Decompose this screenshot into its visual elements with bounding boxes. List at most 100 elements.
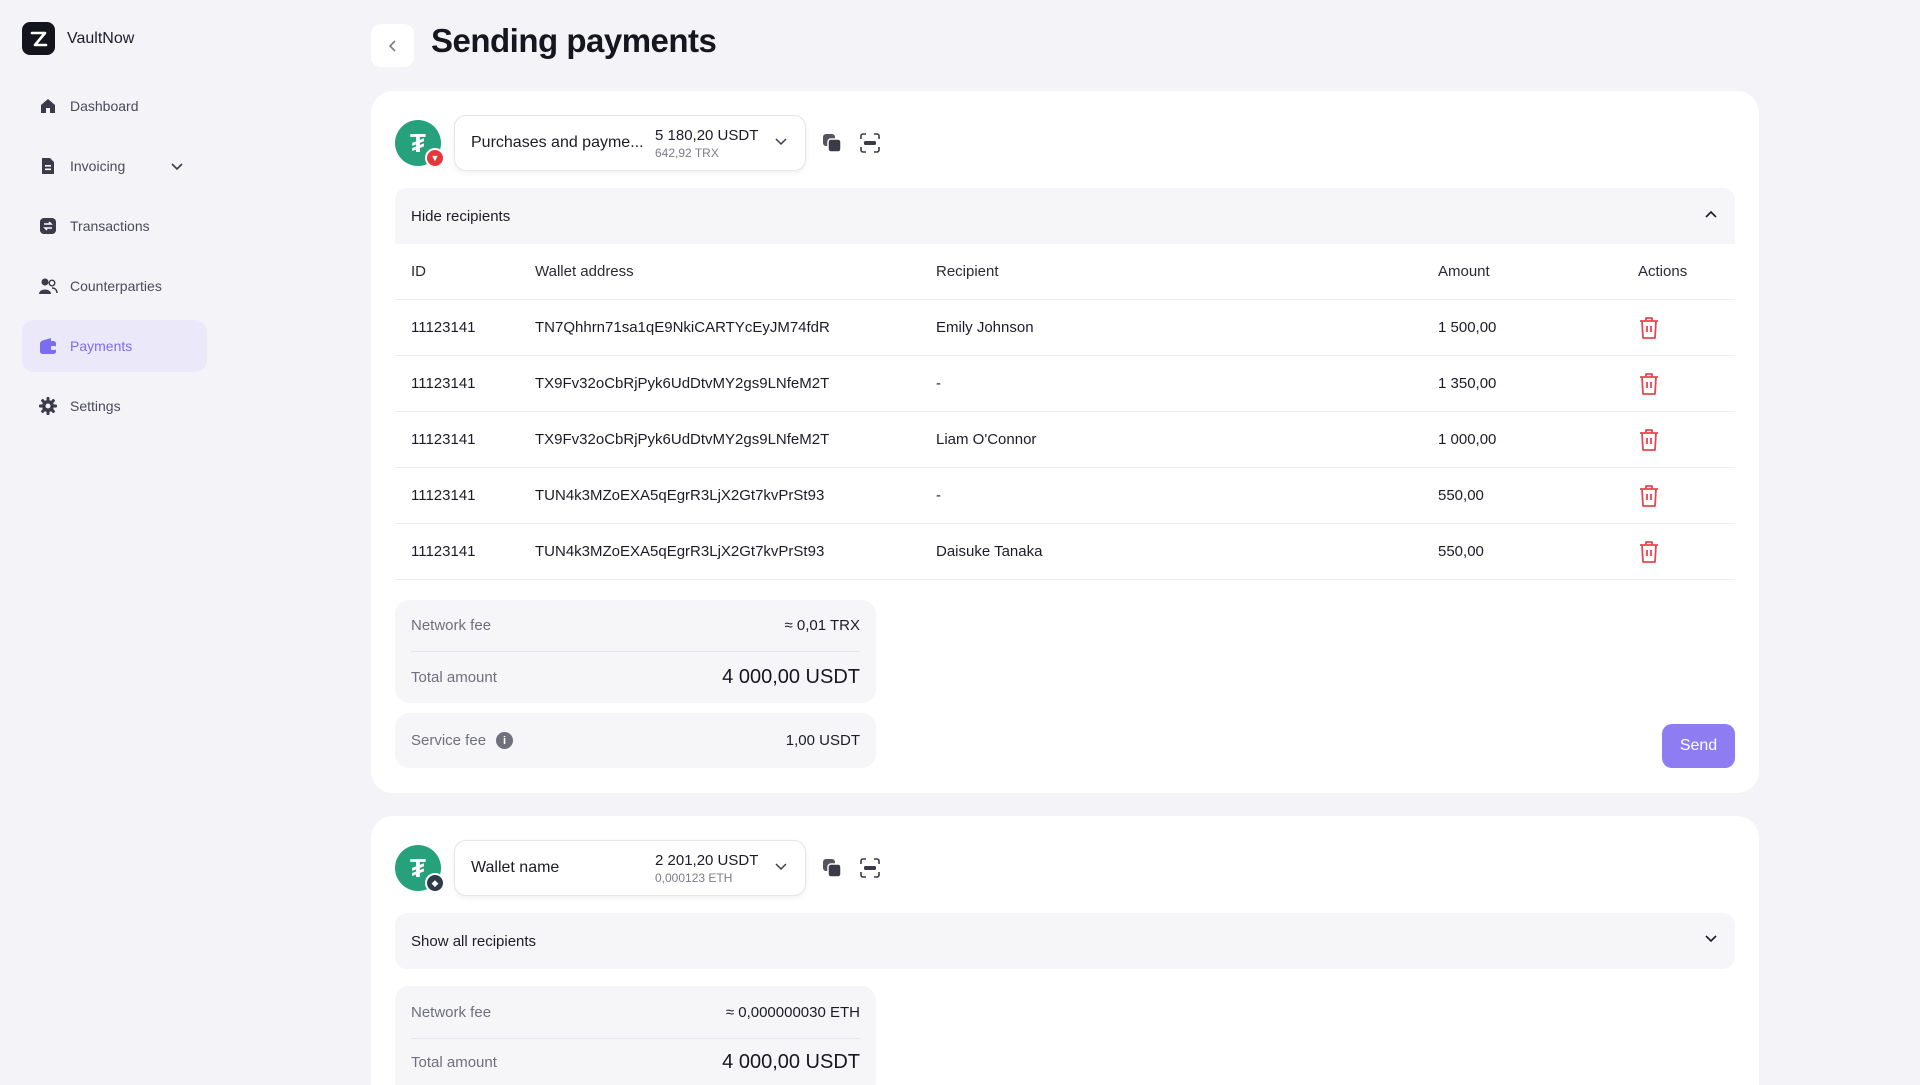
- send-button[interactable]: Send: [1662, 724, 1735, 768]
- cell-wallet: TUN4k3MZoEXA5qEgrR3LjX2Gt7kvPrSt93: [535, 487, 825, 504]
- sidebar-item-dashboard[interactable]: Dashboard: [22, 80, 207, 132]
- service-fee-row: Service fee i 1,00 USDT: [411, 713, 860, 768]
- wallet-name: Purchases and payme...: [471, 134, 644, 151]
- gear-icon: [38, 396, 58, 416]
- brand[interactable]: VaultNow: [22, 22, 134, 55]
- hide-recipients-toggle[interactable]: Hide recipients: [395, 188, 1735, 244]
- balance-main: 5 180,20 USDT: [655, 126, 759, 144]
- column-header-amount: Amount: [1438, 263, 1490, 280]
- column-header-id: ID: [411, 263, 426, 280]
- cell-amount: 1 500,00: [1438, 319, 1497, 336]
- scan-icon: [860, 858, 880, 878]
- cell-amount: 550,00: [1438, 487, 1484, 504]
- cell-wallet: TX9Fv32oCbRjPyk6UdDtvMY2gs9LNfeM2T: [535, 431, 830, 448]
- tron-icon: ▼: [425, 148, 445, 168]
- sidebar-item-label: Invoicing: [70, 158, 126, 174]
- total-amount-label: Total amount: [411, 669, 497, 686]
- sidebar-item-label: Dashboard: [70, 98, 139, 114]
- info-icon[interactable]: i: [496, 732, 514, 749]
- sidebar-nav: Dashboard Invoicing Transactions Counter…: [22, 80, 207, 440]
- trash-icon[interactable]: [1638, 428, 1660, 452]
- scan-button[interactable]: [858, 131, 882, 155]
- chevron-down-icon[interactable]: [167, 156, 187, 176]
- sidebar-item-counterparties[interactable]: Counterparties: [22, 260, 207, 312]
- back-button[interactable]: [371, 24, 414, 67]
- wallet-select[interactable]: Purchases and payme... 5 180,20 USDT 642…: [454, 115, 806, 171]
- page-title: Sending payments: [431, 22, 717, 59]
- wallet-icon: [38, 336, 58, 356]
- trash-icon[interactable]: [1638, 484, 1660, 508]
- tether-icon: ₮ ▼: [395, 120, 445, 168]
- wallet-name: Wallet name: [471, 859, 560, 876]
- scan-button[interactable]: [858, 856, 882, 880]
- column-header-wallet: Wallet address: [535, 263, 634, 280]
- wallet-select[interactable]: Wallet name 2 201,20 USDT 0,000123 ETH: [454, 840, 806, 896]
- chevron-down-icon: [773, 133, 789, 154]
- table-header: ID Wallet address Recipient Amount Actio…: [395, 244, 1735, 300]
- cell-wallet: TN7Qhhrn71sa1qE9NkiCARTYcEyJM74fdR: [535, 319, 830, 336]
- copy-button[interactable]: [820, 856, 844, 880]
- table-row: 11123141 TUN4k3MZoEXA5qEgrR3LjX2Gt7kvPrS…: [395, 524, 1735, 580]
- balance-sub: 0,000123 ETH: [655, 870, 733, 885]
- document-icon: [38, 156, 58, 176]
- copy-icon: [823, 134, 842, 153]
- recipients-table: ID Wallet address Recipient Amount Actio…: [395, 244, 1735, 580]
- sidebar-item-label: Transactions: [70, 218, 150, 234]
- cell-id: 11123141: [411, 487, 476, 504]
- total-amount-row: Total amount 4 000,00 USDT: [411, 1039, 860, 1085]
- table-row: 11123141 TN7Qhhrn71sa1qE9NkiCARTYcEyJM74…: [395, 300, 1735, 356]
- service-fee-value: 1,00 USDT: [785, 732, 860, 749]
- toggle-label: Show all recipients: [411, 932, 537, 950]
- vaultnow-logo-icon: [22, 22, 55, 55]
- sidebar-item-payments[interactable]: Payments: [22, 320, 207, 372]
- ethereum-icon: ◆: [425, 873, 445, 893]
- cell-id: 11123141: [411, 319, 476, 336]
- chevron-left-icon: [388, 39, 396, 52]
- toggle-label: Hide recipients: [411, 207, 511, 225]
- total-amount-label: Total amount: [411, 1053, 497, 1071]
- wallet-row: ₮ ◆ Wallet name 2 201,20 USDT 0,000123 E…: [395, 840, 882, 896]
- column-header-actions: Actions: [1638, 263, 1688, 280]
- wallet-row: ₮ ▼ Purchases and payme... 5 180,20 USDT…: [395, 115, 882, 171]
- cell-actions: [1638, 372, 1735, 396]
- balance-main: 2 201,20 USDT: [655, 851, 759, 869]
- cell-recipient: Daisuke Tanaka: [936, 543, 1043, 560]
- trash-icon[interactable]: [1638, 316, 1660, 340]
- cell-amount: 1 350,00: [1438, 375, 1497, 392]
- sidebar-item-label: Counterparties: [70, 278, 162, 294]
- cell-amount: 1 000,00: [1438, 431, 1497, 448]
- wallet-balance: 2 201,20 USDT 0,000123 ETH: [655, 852, 758, 885]
- wallet-balance: 5 180,20 USDT 642,92 TRX: [655, 127, 758, 160]
- total-amount-row: Total amount 4 000,00 USDT: [411, 652, 860, 703]
- show-all-recipients-toggle[interactable]: Show all recipients: [395, 913, 1735, 969]
- service-fee-label-group: Service fee i: [411, 732, 514, 749]
- copy-button[interactable]: [820, 131, 844, 155]
- service-fee-label: Service fee: [411, 732, 487, 749]
- column-header-recipient: Recipient: [936, 263, 999, 280]
- chevron-up-icon: [1703, 206, 1719, 226]
- cell-recipient: Liam O'Connor: [936, 431, 1037, 448]
- trash-icon[interactable]: [1638, 540, 1660, 564]
- cell-wallet: TUN4k3MZoEXA5qEgrR3LjX2Gt7kvPrSt93: [535, 543, 825, 560]
- copy-icon: [823, 859, 842, 878]
- sidebar-item-label: Payments: [70, 338, 133, 354]
- sidebar-item-settings[interactable]: Settings: [22, 380, 207, 432]
- sidebar-item-transactions[interactable]: Transactions: [22, 200, 207, 252]
- balance-sub: 642,92 TRX: [655, 145, 719, 160]
- trash-icon[interactable]: [1638, 372, 1660, 396]
- sidebar-item-invoicing[interactable]: Invoicing: [22, 140, 207, 192]
- cell-actions: [1638, 540, 1735, 564]
- fee-summary: Network fee ≈ 0,01 TRX Total amount 4 00…: [395, 600, 876, 703]
- network-fee-row: Network fee ≈ 0,000000030 ETH: [411, 986, 860, 1038]
- table-row: 11123141 TX9Fv32oCbRjPyk6UdDtvMY2gs9LNfe…: [395, 412, 1735, 468]
- scan-icon: [860, 133, 880, 153]
- cell-id: 11123141: [411, 543, 476, 560]
- home-icon: [38, 96, 58, 116]
- cell-actions: [1638, 428, 1735, 452]
- total-amount-value: 4 000,00 USDT: [722, 1050, 860, 1073]
- cell-actions: [1638, 484, 1735, 508]
- fee-summary: Network fee ≈ 0,000000030 ETH Total amou…: [395, 986, 876, 1085]
- network-fee-value: ≈ 0,000000030 ETH: [725, 1003, 860, 1021]
- payment-card: ₮ ▼ Purchases and payme... 5 180,20 USDT…: [371, 91, 1759, 793]
- brand-name: VaultNow: [67, 29, 135, 47]
